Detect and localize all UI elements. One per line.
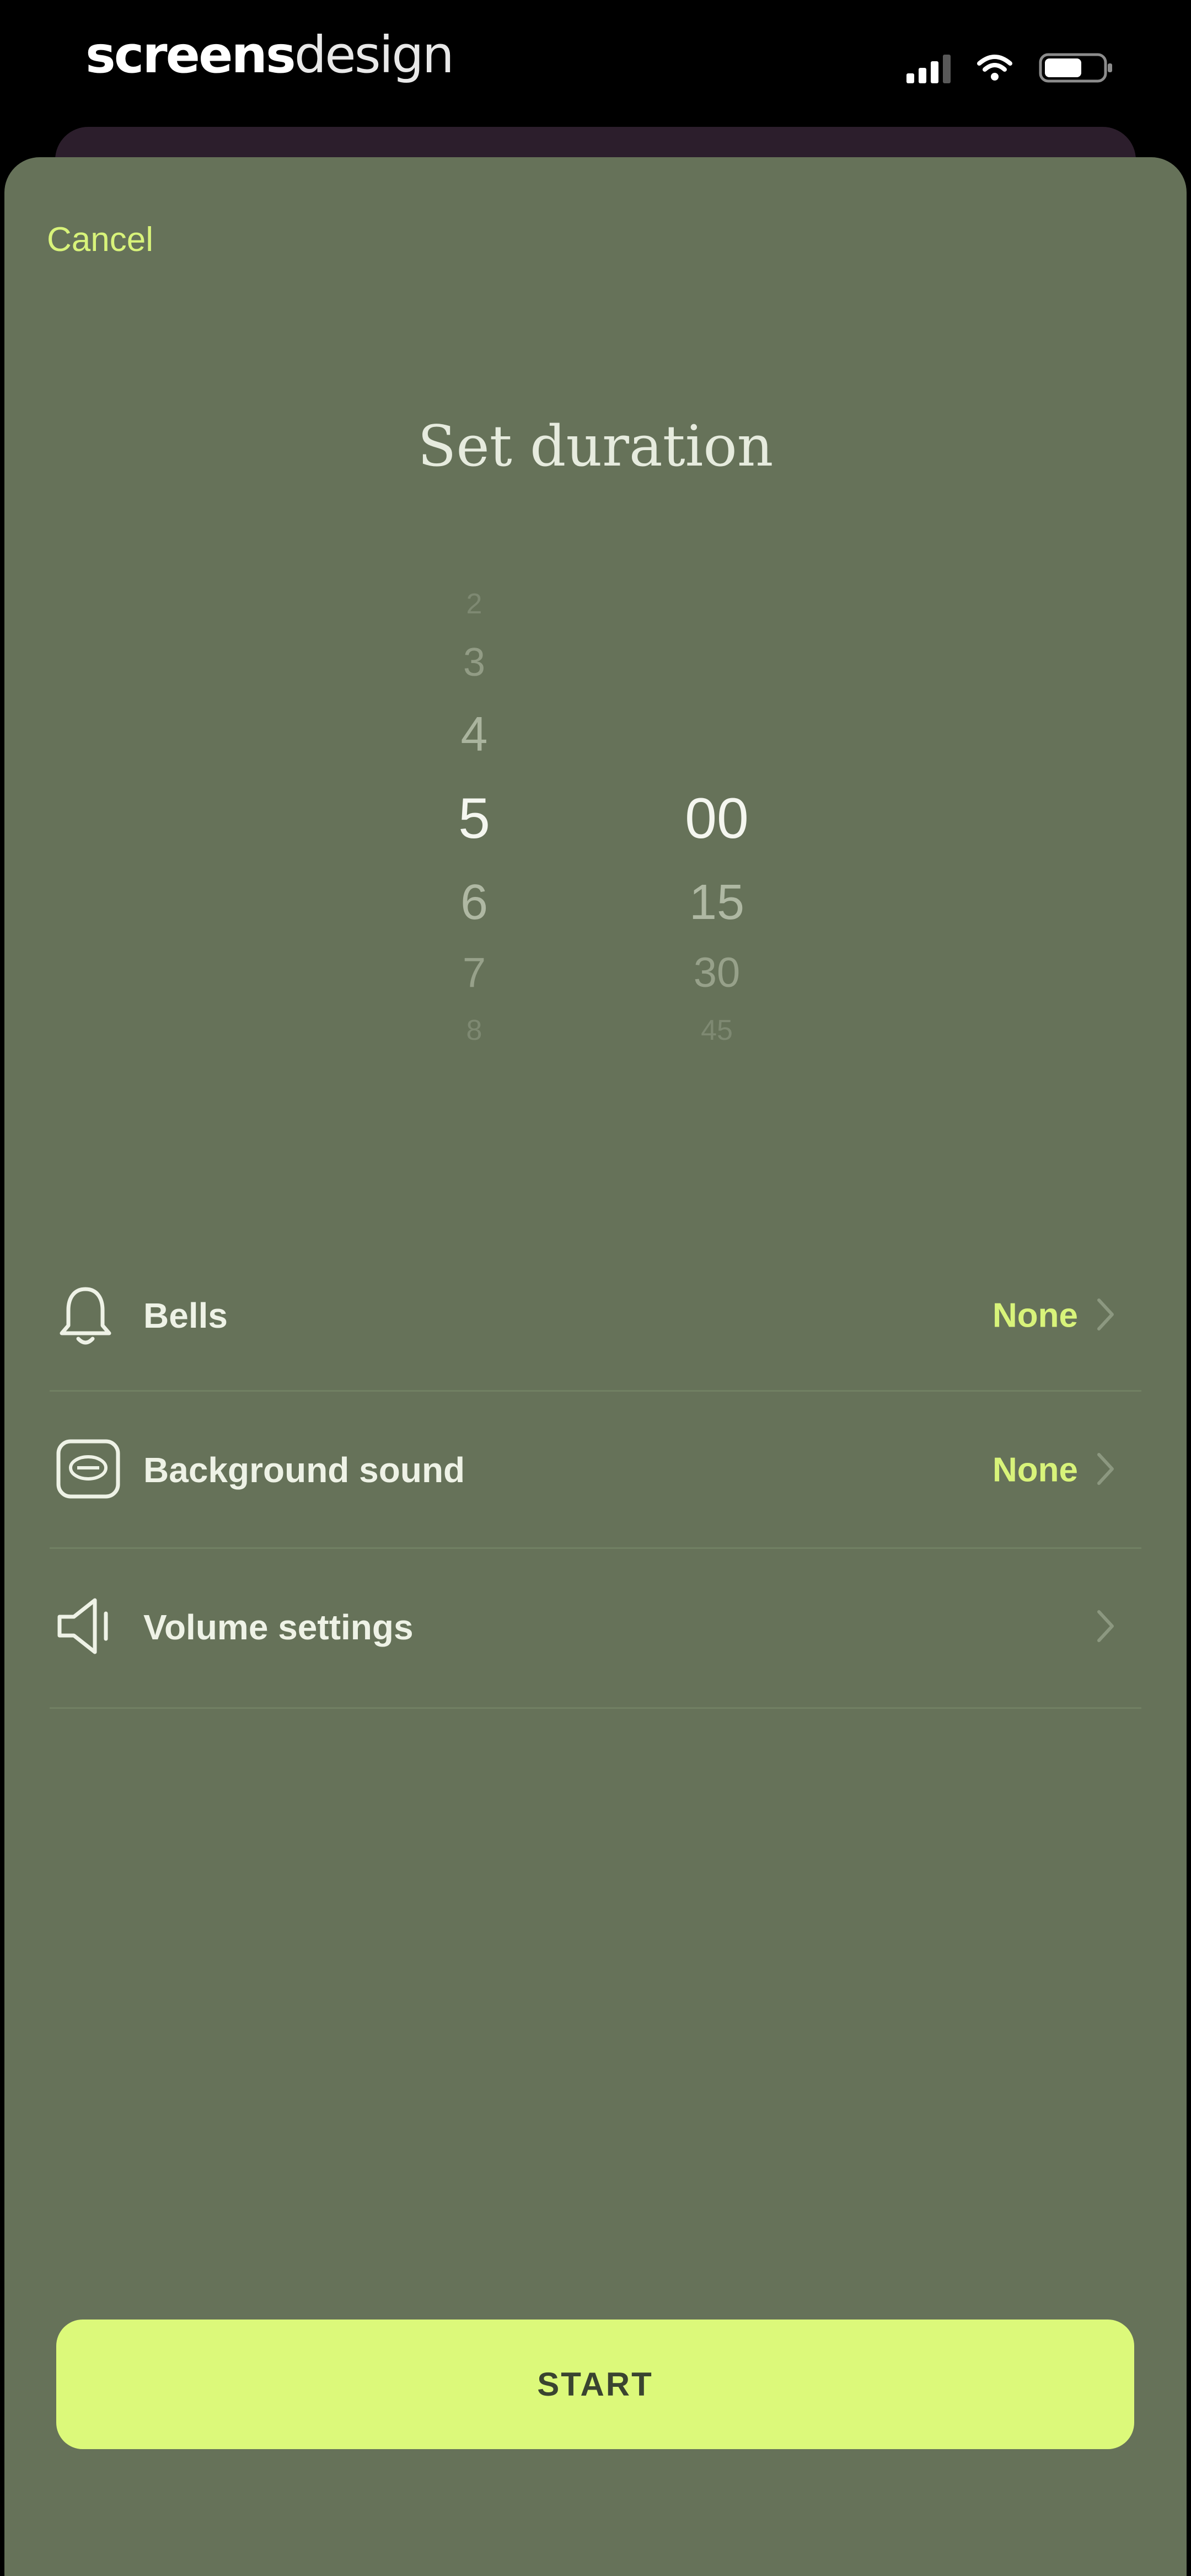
speaker-icon xyxy=(55,1596,121,1659)
start-button[interactable]: START xyxy=(56,2320,1134,2449)
picker-option[interactable]: 45 xyxy=(634,1014,800,1047)
brand-logo-bold: screens xyxy=(85,25,296,84)
brand-logo: screensdesign xyxy=(85,22,454,88)
page-title: Set duration xyxy=(417,414,774,479)
bell-icon xyxy=(55,1281,116,1350)
cellular-signal-icon xyxy=(906,52,951,83)
picker-option-selected[interactable]: 5 xyxy=(391,786,557,852)
picker-option[interactable]: 15 xyxy=(634,874,800,931)
picker-option[interactable]: 4 xyxy=(391,706,557,762)
bells-value: None xyxy=(993,1296,1078,1335)
bells-row[interactable]: Bells None xyxy=(44,1260,1147,1371)
radio-icon xyxy=(55,1436,121,1504)
status-icons xyxy=(906,49,1114,87)
background-sound-label: Background sound xyxy=(143,1450,465,1490)
background-sound-row[interactable]: Background sound None xyxy=(44,1415,1147,1525)
cancel-button[interactable]: Cancel xyxy=(47,218,153,262)
chevron-right-icon xyxy=(1095,1608,1117,1646)
picker-option[interactable]: 7 xyxy=(391,949,557,997)
background-sound-value: None xyxy=(993,1451,1078,1489)
picker-option[interactable]: 3 xyxy=(391,640,557,685)
divider xyxy=(50,1707,1141,1709)
bells-label: Bells xyxy=(143,1296,228,1335)
wifi-icon xyxy=(977,54,1012,82)
picker-option[interactable]: 30 xyxy=(634,949,800,997)
divider xyxy=(50,1547,1141,1549)
screen: screensdesign Cancel Set duration 2 3 4 … xyxy=(0,0,1191,2576)
divider xyxy=(50,1390,1141,1392)
status-bar: screensdesign xyxy=(0,0,1191,127)
volume-settings-label: Volume settings xyxy=(143,1607,414,1647)
picker-option[interactable]: 2 xyxy=(391,587,557,621)
chevron-right-icon xyxy=(1095,1451,1117,1489)
picker-option[interactable]: 6 xyxy=(391,874,557,931)
picker-option[interactable]: 8 xyxy=(391,1014,557,1047)
brand-logo-light: design xyxy=(294,25,454,84)
picker-option-selected[interactable]: 00 xyxy=(634,786,800,852)
chevron-right-icon xyxy=(1095,1297,1117,1334)
volume-settings-row[interactable]: Volume settings xyxy=(44,1572,1147,1682)
battery-icon xyxy=(1039,51,1114,84)
